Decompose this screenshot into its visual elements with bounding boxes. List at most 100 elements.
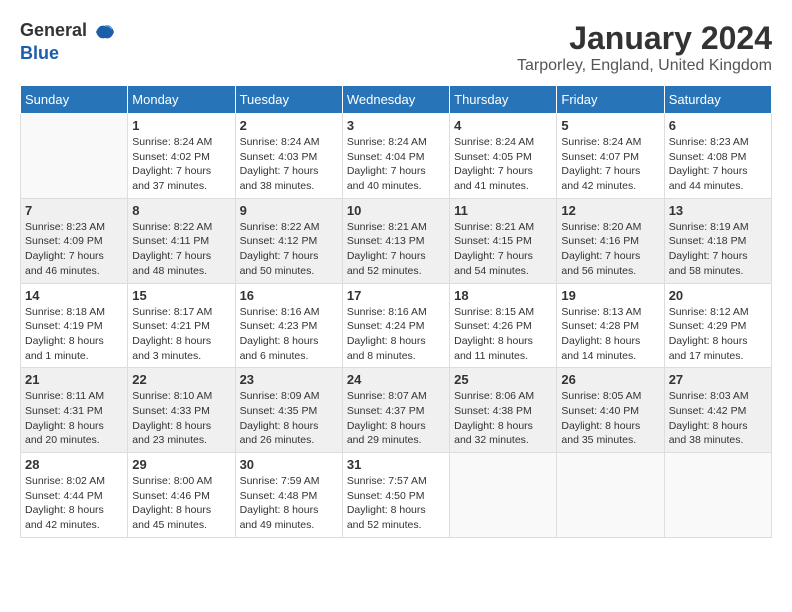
calendar-week-row: 28 Sunrise: 8:02 AMSunset: 4:44 PMDaylig… bbox=[21, 453, 772, 538]
day-info: Sunrise: 8:21 AMSunset: 4:15 PMDaylight:… bbox=[454, 220, 552, 279]
day-info: Sunrise: 8:11 AMSunset: 4:31 PMDaylight:… bbox=[25, 389, 123, 448]
day-info: Sunrise: 8:17 AMSunset: 4:21 PMDaylight:… bbox=[132, 305, 230, 364]
day-number: 29 bbox=[132, 457, 230, 472]
day-info: Sunrise: 8:16 AMSunset: 4:24 PMDaylight:… bbox=[347, 305, 445, 364]
day-info: Sunrise: 8:12 AMSunset: 4:29 PMDaylight:… bbox=[669, 305, 767, 364]
calendar-cell: 6 Sunrise: 8:23 AMSunset: 4:08 PMDayligh… bbox=[664, 114, 771, 199]
day-info: Sunrise: 8:22 AMSunset: 4:11 PMDaylight:… bbox=[132, 220, 230, 279]
day-number: 11 bbox=[454, 203, 552, 218]
calendar-cell: 22 Sunrise: 8:10 AMSunset: 4:33 PMDaylig… bbox=[128, 368, 235, 453]
day-number: 8 bbox=[132, 203, 230, 218]
day-number: 27 bbox=[669, 372, 767, 387]
day-number: 4 bbox=[454, 118, 552, 133]
day-info: Sunrise: 8:02 AMSunset: 4:44 PMDaylight:… bbox=[25, 474, 123, 533]
calendar-cell bbox=[21, 114, 128, 199]
calendar-cell: 26 Sunrise: 8:05 AMSunset: 4:40 PMDaylig… bbox=[557, 368, 664, 453]
day-number: 18 bbox=[454, 288, 552, 303]
page-header: General Blue January 2024 Tarporley, Eng… bbox=[20, 20, 772, 75]
day-info: Sunrise: 8:19 AMSunset: 4:18 PMDaylight:… bbox=[669, 220, 767, 279]
day-info: Sunrise: 8:16 AMSunset: 4:23 PMDaylight:… bbox=[240, 305, 338, 364]
calendar-cell: 3 Sunrise: 8:24 AMSunset: 4:04 PMDayligh… bbox=[342, 114, 449, 199]
day-info: Sunrise: 8:22 AMSunset: 4:12 PMDaylight:… bbox=[240, 220, 338, 279]
day-number: 3 bbox=[347, 118, 445, 133]
day-number: 26 bbox=[561, 372, 659, 387]
col-header-tuesday: Tuesday bbox=[235, 86, 342, 114]
day-info: Sunrise: 8:23 AMSunset: 4:09 PMDaylight:… bbox=[25, 220, 123, 279]
calendar-cell: 14 Sunrise: 8:18 AMSunset: 4:19 PMDaylig… bbox=[21, 283, 128, 368]
calendar-cell: 28 Sunrise: 8:02 AMSunset: 4:44 PMDaylig… bbox=[21, 453, 128, 538]
day-number: 23 bbox=[240, 372, 338, 387]
calendar-cell: 7 Sunrise: 8:23 AMSunset: 4:09 PMDayligh… bbox=[21, 198, 128, 283]
logo-text: General Blue bbox=[20, 20, 116, 64]
calendar-cell: 31 Sunrise: 7:57 AMSunset: 4:50 PMDaylig… bbox=[342, 453, 449, 538]
calendar-cell: 18 Sunrise: 8:15 AMSunset: 4:26 PMDaylig… bbox=[450, 283, 557, 368]
calendar-cell: 9 Sunrise: 8:22 AMSunset: 4:12 PMDayligh… bbox=[235, 198, 342, 283]
calendar-cell bbox=[664, 453, 771, 538]
day-info: Sunrise: 8:24 AMSunset: 4:05 PMDaylight:… bbox=[454, 135, 552, 194]
month-title: January 2024 bbox=[517, 20, 772, 57]
day-number: 21 bbox=[25, 372, 123, 387]
logo-icon bbox=[94, 21, 116, 43]
calendar-cell: 1 Sunrise: 8:24 AMSunset: 4:02 PMDayligh… bbox=[128, 114, 235, 199]
calendar-cell: 30 Sunrise: 7:59 AMSunset: 4:48 PMDaylig… bbox=[235, 453, 342, 538]
calendar-cell: 23 Sunrise: 8:09 AMSunset: 4:35 PMDaylig… bbox=[235, 368, 342, 453]
title-block: January 2024 Tarporley, England, United … bbox=[517, 20, 772, 75]
day-info: Sunrise: 8:21 AMSunset: 4:13 PMDaylight:… bbox=[347, 220, 445, 279]
calendar-cell: 24 Sunrise: 8:07 AMSunset: 4:37 PMDaylig… bbox=[342, 368, 449, 453]
calendar-cell: 2 Sunrise: 8:24 AMSunset: 4:03 PMDayligh… bbox=[235, 114, 342, 199]
day-info: Sunrise: 8:20 AMSunset: 4:16 PMDaylight:… bbox=[561, 220, 659, 279]
calendar-cell: 15 Sunrise: 8:17 AMSunset: 4:21 PMDaylig… bbox=[128, 283, 235, 368]
calendar-table: SundayMondayTuesdayWednesdayThursdayFrid… bbox=[20, 85, 772, 538]
logo: General Blue bbox=[20, 20, 116, 64]
day-number: 7 bbox=[25, 203, 123, 218]
day-info: Sunrise: 8:24 AMSunset: 4:02 PMDaylight:… bbox=[132, 135, 230, 194]
calendar-cell: 8 Sunrise: 8:22 AMSunset: 4:11 PMDayligh… bbox=[128, 198, 235, 283]
day-number: 16 bbox=[240, 288, 338, 303]
day-number: 25 bbox=[454, 372, 552, 387]
col-header-wednesday: Wednesday bbox=[342, 86, 449, 114]
calendar-header-row: SundayMondayTuesdayWednesdayThursdayFrid… bbox=[21, 86, 772, 114]
calendar-cell: 10 Sunrise: 8:21 AMSunset: 4:13 PMDaylig… bbox=[342, 198, 449, 283]
calendar-cell: 20 Sunrise: 8:12 AMSunset: 4:29 PMDaylig… bbox=[664, 283, 771, 368]
calendar-week-row: 14 Sunrise: 8:18 AMSunset: 4:19 PMDaylig… bbox=[21, 283, 772, 368]
day-number: 17 bbox=[347, 288, 445, 303]
calendar-cell: 29 Sunrise: 8:00 AMSunset: 4:46 PMDaylig… bbox=[128, 453, 235, 538]
day-info: Sunrise: 7:59 AMSunset: 4:48 PMDaylight:… bbox=[240, 474, 338, 533]
calendar-cell: 13 Sunrise: 8:19 AMSunset: 4:18 PMDaylig… bbox=[664, 198, 771, 283]
day-number: 19 bbox=[561, 288, 659, 303]
day-info: Sunrise: 8:24 AMSunset: 4:04 PMDaylight:… bbox=[347, 135, 445, 194]
calendar-cell: 11 Sunrise: 8:21 AMSunset: 4:15 PMDaylig… bbox=[450, 198, 557, 283]
calendar-cell: 25 Sunrise: 8:06 AMSunset: 4:38 PMDaylig… bbox=[450, 368, 557, 453]
day-info: Sunrise: 8:23 AMSunset: 4:08 PMDaylight:… bbox=[669, 135, 767, 194]
day-info: Sunrise: 8:07 AMSunset: 4:37 PMDaylight:… bbox=[347, 389, 445, 448]
day-number: 15 bbox=[132, 288, 230, 303]
day-info: Sunrise: 8:10 AMSunset: 4:33 PMDaylight:… bbox=[132, 389, 230, 448]
calendar-cell: 19 Sunrise: 8:13 AMSunset: 4:28 PMDaylig… bbox=[557, 283, 664, 368]
day-info: Sunrise: 7:57 AMSunset: 4:50 PMDaylight:… bbox=[347, 474, 445, 533]
calendar-cell bbox=[557, 453, 664, 538]
calendar-cell: 4 Sunrise: 8:24 AMSunset: 4:05 PMDayligh… bbox=[450, 114, 557, 199]
calendar-cell: 5 Sunrise: 8:24 AMSunset: 4:07 PMDayligh… bbox=[557, 114, 664, 199]
day-number: 31 bbox=[347, 457, 445, 472]
day-number: 28 bbox=[25, 457, 123, 472]
day-number: 14 bbox=[25, 288, 123, 303]
col-header-saturday: Saturday bbox=[664, 86, 771, 114]
calendar-week-row: 1 Sunrise: 8:24 AMSunset: 4:02 PMDayligh… bbox=[21, 114, 772, 199]
calendar-week-row: 7 Sunrise: 8:23 AMSunset: 4:09 PMDayligh… bbox=[21, 198, 772, 283]
day-number: 12 bbox=[561, 203, 659, 218]
calendar-cell: 16 Sunrise: 8:16 AMSunset: 4:23 PMDaylig… bbox=[235, 283, 342, 368]
calendar-week-row: 21 Sunrise: 8:11 AMSunset: 4:31 PMDaylig… bbox=[21, 368, 772, 453]
day-info: Sunrise: 8:05 AMSunset: 4:40 PMDaylight:… bbox=[561, 389, 659, 448]
day-info: Sunrise: 8:06 AMSunset: 4:38 PMDaylight:… bbox=[454, 389, 552, 448]
day-number: 1 bbox=[132, 118, 230, 133]
day-number: 13 bbox=[669, 203, 767, 218]
day-number: 10 bbox=[347, 203, 445, 218]
day-info: Sunrise: 8:00 AMSunset: 4:46 PMDaylight:… bbox=[132, 474, 230, 533]
day-info: Sunrise: 8:24 AMSunset: 4:07 PMDaylight:… bbox=[561, 135, 659, 194]
day-info: Sunrise: 8:13 AMSunset: 4:28 PMDaylight:… bbox=[561, 305, 659, 364]
logo-blue: Blue bbox=[20, 43, 59, 63]
logo-general: General bbox=[20, 20, 87, 40]
calendar-cell: 21 Sunrise: 8:11 AMSunset: 4:31 PMDaylig… bbox=[21, 368, 128, 453]
calendar-cell bbox=[450, 453, 557, 538]
day-info: Sunrise: 8:15 AMSunset: 4:26 PMDaylight:… bbox=[454, 305, 552, 364]
